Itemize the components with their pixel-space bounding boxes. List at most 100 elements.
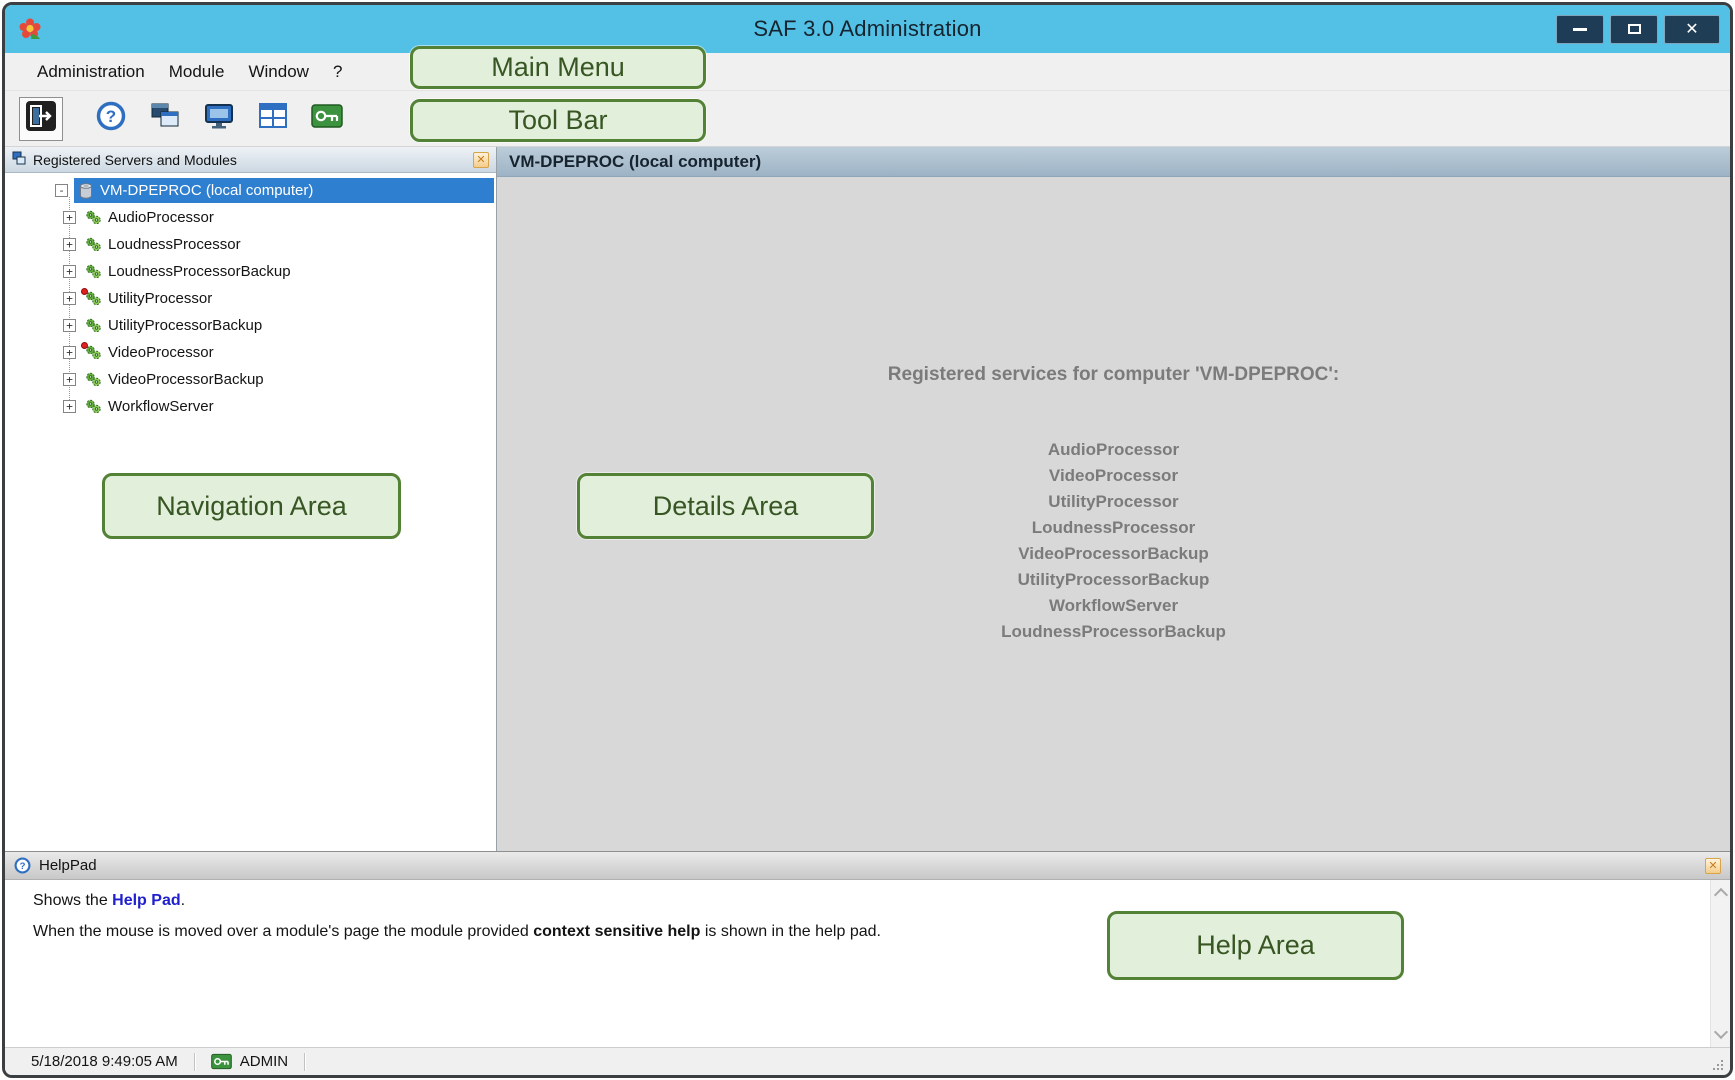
tree-item-row[interactable]: + xyxy=(5,312,496,339)
expand-toggle[interactable]: + xyxy=(63,400,76,413)
toolbar-modules-button[interactable] xyxy=(143,97,187,141)
tree-item-row[interactable]: + xyxy=(5,204,496,231)
registered-services-heading: Registered services for computer 'VM-DPE… xyxy=(497,177,1730,387)
navigation-panel-close-icon[interactable]: ✕ xyxy=(473,152,489,168)
helppad-body: Shows the Help Pad. When the mouse is mo… xyxy=(5,880,1730,1047)
tree-item-row[interactable]: + xyxy=(5,258,496,285)
helppad-close-icon[interactable]: ✕ xyxy=(1705,858,1721,874)
expand-toggle[interactable]: + xyxy=(63,346,76,359)
tree-item-row[interactable]: + xyxy=(5,231,496,258)
helppad-title: HelpPad xyxy=(39,857,97,874)
help-line2-suffix: is shown in the help pad. xyxy=(700,923,881,940)
tree-item-label: UtilityProcessor xyxy=(108,290,212,307)
tree-root-label: VM-DPEPROC (local computer) xyxy=(100,182,313,199)
tool-bar: ? xyxy=(5,91,1730,147)
toolbar-exit-button[interactable] xyxy=(19,97,63,141)
tree-item-label: LoudnessProcessor xyxy=(108,236,241,253)
expand-toggle[interactable]: + xyxy=(63,373,76,386)
helppad-text-line1: Shows the Help Pad. xyxy=(33,892,1682,910)
close-icon: ✕ xyxy=(1685,19,1698,39)
expand-toggle[interactable]: + xyxy=(63,319,76,332)
help-icon: ? xyxy=(95,100,127,137)
resize-grip[interactable] xyxy=(1710,1057,1725,1072)
expand-toggle[interactable]: + xyxy=(63,211,76,224)
status-user-label: ADMIN xyxy=(240,1053,288,1070)
status-timestamp: 5/18/2018 9:49:05 AM xyxy=(5,1053,194,1070)
minimize-button[interactable] xyxy=(1556,15,1604,44)
tree-item-row[interactable]: + xyxy=(5,393,496,420)
tree-item-row[interactable]: + xyxy=(5,339,496,366)
tree-root-row[interactable]: - VM-DPEPROC (local computer) xyxy=(5,177,496,204)
scroll-up-icon[interactable] xyxy=(1713,888,1727,902)
scroll-down-icon[interactable] xyxy=(1713,1025,1727,1039)
collapse-toggle[interactable]: - xyxy=(55,184,68,197)
details-panel-title: VM-DPEPROC (local computer) xyxy=(509,152,761,172)
annotation-help-area: Help Area xyxy=(1107,911,1404,980)
modules-icon xyxy=(149,100,181,137)
service-item: UtilityProcessorBackup xyxy=(497,567,1730,593)
key-icon xyxy=(311,101,343,136)
admin-key-icon xyxy=(211,1053,232,1070)
tree-item-label: VideoProcessor xyxy=(108,344,214,361)
toolbar-layout-button[interactable] xyxy=(251,97,295,141)
expand-toggle[interactable]: + xyxy=(63,292,76,305)
module-gear-icon xyxy=(85,345,102,361)
tree-item-label: UtilityProcessorBackup xyxy=(108,317,262,334)
tree-item-row[interactable]: + xyxy=(5,366,496,393)
status-dot xyxy=(81,342,88,349)
module-gear-icon xyxy=(85,237,102,253)
monitor-icon xyxy=(203,100,235,137)
module-gear-icon xyxy=(85,210,102,226)
module-gear-icon xyxy=(85,291,102,307)
maximize-button[interactable] xyxy=(1610,15,1658,44)
toolbar-monitor-button[interactable] xyxy=(197,97,241,141)
toolbar-key-button[interactable] xyxy=(305,97,349,141)
annotation-main-menu: Main Menu xyxy=(410,46,706,89)
help-line2-bold: context sensitive help xyxy=(533,923,700,940)
helppad-scrollbar[interactable] xyxy=(1710,880,1730,1047)
annotation-tool-bar: Tool Bar xyxy=(410,99,706,142)
panel-icon xyxy=(12,151,26,168)
module-gear-icon xyxy=(85,399,102,415)
menu-item-window[interactable]: Window xyxy=(236,56,320,88)
menu-item-help[interactable]: ? xyxy=(321,56,354,88)
help-pad-link[interactable]: Help Pad xyxy=(112,892,180,909)
app-window: SAF 3.0 Administration ✕ Administration … xyxy=(2,2,1733,1078)
minimize-icon xyxy=(1573,28,1587,31)
close-button[interactable]: ✕ xyxy=(1664,15,1720,44)
annotation-details-area: Details Area xyxy=(577,473,874,539)
service-item: VideoProcessorBackup xyxy=(497,541,1730,567)
menu-item-administration[interactable]: Administration xyxy=(25,56,157,88)
navigation-panel-title: Registered Servers and Modules xyxy=(33,152,237,168)
status-dot xyxy=(81,288,88,295)
helppad-panel: ? HelpPad ✕ Shows the Help Pad. When the… xyxy=(5,851,1730,1047)
status-bar: 5/18/2018 9:49:05 AM ADMIN xyxy=(5,1047,1730,1075)
help-line1-suffix: . xyxy=(181,892,185,909)
tree-item-label: WorkflowServer xyxy=(108,398,214,415)
help-line1-prefix: Shows the xyxy=(33,892,112,909)
service-item: LoudnessProcessorBackup xyxy=(497,619,1730,645)
maximize-icon xyxy=(1628,24,1641,34)
menu-item-module[interactable]: Module xyxy=(157,56,237,88)
tree-item-row[interactable]: + xyxy=(5,285,496,312)
helppad-help-icon: ? xyxy=(14,857,31,874)
tree-item-label: VideoProcessorBackup xyxy=(108,371,264,388)
module-gear-icon xyxy=(85,264,102,280)
help-line2-prefix: When the mouse is moved over a module's … xyxy=(33,923,533,940)
navigation-panel-header: Registered Servers and Modules ✕ xyxy=(5,147,496,173)
exit-icon xyxy=(25,100,57,137)
annotation-navigation-area: Navigation Area xyxy=(102,473,401,539)
expand-toggle[interactable]: + xyxy=(63,238,76,251)
expand-toggle[interactable]: + xyxy=(63,265,76,278)
module-gear-icon xyxy=(85,318,102,334)
tree-root-selection[interactable]: VM-DPEPROC (local computer) xyxy=(74,178,494,203)
menu-bar: Administration Module Window ? xyxy=(5,53,1730,91)
helppad-header: ? HelpPad ✕ xyxy=(5,852,1730,880)
window-controls: ✕ xyxy=(1556,15,1720,44)
service-item: AudioProcessor xyxy=(497,437,1730,463)
status-user: ADMIN xyxy=(195,1053,304,1070)
window-title: SAF 3.0 Administration xyxy=(5,16,1730,42)
tree-children: + xyxy=(5,204,496,420)
toolbar-help-button[interactable]: ? xyxy=(89,97,133,141)
title-bar[interactable]: SAF 3.0 Administration ✕ xyxy=(5,5,1730,53)
